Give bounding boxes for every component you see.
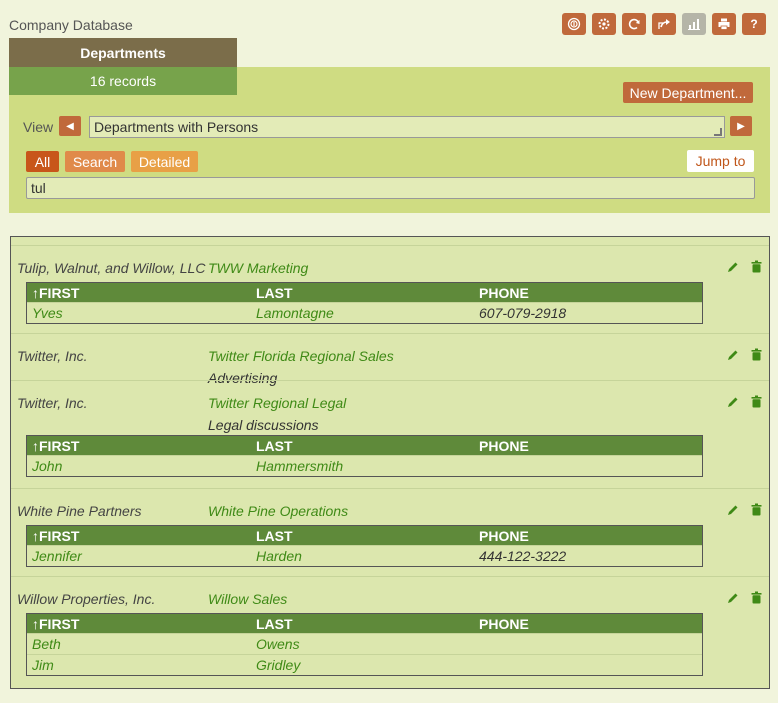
person-phone: 444-122-3222 (479, 548, 567, 564)
fingerprint-icon (567, 17, 581, 31)
person-first[interactable]: Beth (32, 636, 61, 652)
share-icon (658, 19, 670, 29)
column-header-phone[interactable]: PHONE (479, 528, 529, 544)
column-header-first[interactable]: ↑FIRST (32, 285, 79, 301)
app-title: Company Database (9, 17, 133, 33)
column-header-last[interactable]: LAST (256, 285, 293, 301)
settings-button[interactable] (592, 13, 616, 35)
view-select-value: Departments with Persons (94, 119, 259, 135)
bar-chart-icon (688, 19, 700, 30)
company-name: White Pine Partners (17, 503, 142, 519)
column-header-last[interactable]: LAST (256, 438, 293, 454)
tab-departments[interactable]: Departments (9, 38, 237, 67)
persons-table: ↑FIRST LAST PHONE Beth Owens Jim Gridley (26, 613, 703, 676)
trash-icon[interactable] (751, 503, 762, 516)
jump-to-button[interactable]: Jump to (687, 150, 754, 172)
search-input[interactable] (26, 177, 755, 199)
person-first[interactable]: Jim (32, 657, 54, 673)
export-button[interactable] (652, 13, 676, 35)
column-header-phone[interactable]: PHONE (479, 616, 529, 632)
company-name: Twitter, Inc. (17, 348, 88, 364)
question-icon: ? (750, 17, 758, 31)
filter-all-button[interactable]: All (26, 151, 59, 172)
filter-detailed-button[interactable]: Detailed (131, 151, 198, 172)
company-name: Twitter, Inc. (17, 395, 88, 411)
department-link[interactable]: Twitter Regional Legal (208, 395, 346, 411)
arrow-left-icon: ◀ (66, 120, 74, 132)
person-last[interactable]: Harden (256, 548, 302, 564)
trash-icon[interactable] (751, 348, 762, 361)
persons-table: ↑FIRST LAST PHONE Yves Lamontagne 607-079-291… (26, 282, 703, 324)
person-last[interactable]: Gridley (256, 657, 300, 673)
table-row[interactable]: Beth Owens (27, 633, 702, 654)
person-last[interactable]: Hammersmith (256, 458, 343, 474)
refresh-icon (628, 18, 640, 30)
table-row[interactable]: Yves Lamontagne 607-079-2918 (27, 302, 702, 323)
table-row[interactable]: John Hammersmith (27, 455, 702, 476)
department-description: Legal discussions (208, 417, 319, 433)
new-department-button[interactable]: New Department... (623, 82, 753, 103)
edit-icon[interactable] (727, 260, 739, 272)
arrow-right-icon: ▶ (737, 120, 745, 132)
column-header-first[interactable]: ↑FIRST (32, 616, 79, 632)
print-button[interactable] (712, 13, 736, 35)
column-header-last[interactable]: LAST (256, 528, 293, 544)
resize-handle-icon[interactable] (714, 128, 722, 136)
trash-icon[interactable] (751, 591, 762, 604)
persons-table-header: ↑FIRST LAST PHONE (27, 526, 702, 545)
list-item: Tulip, Walnut, and Willow, LLC TWW Market… (11, 245, 769, 333)
refresh-button[interactable] (622, 13, 646, 35)
department-link[interactable]: Twitter Florida Regional Sales (208, 348, 394, 364)
list-item: Willow Properties, Inc. Willow Sales ↑FIRS… (11, 576, 769, 686)
column-header-phone[interactable]: PHONE (479, 285, 529, 301)
view-prev-button[interactable]: ◀ (59, 116, 81, 136)
column-header-phone[interactable]: PHONE (479, 438, 529, 454)
person-first[interactable]: Yves (32, 305, 63, 321)
list-item: Twitter, Inc. Twitter Regional Legal Legal… (11, 380, 769, 488)
department-link[interactable]: Willow Sales (208, 591, 287, 607)
view-next-button[interactable]: ▶ (730, 116, 752, 136)
company-name: Willow Properties, Inc. (17, 591, 156, 607)
person-first[interactable]: Jennifer (32, 548, 82, 564)
department-link[interactable]: White Pine Operations (208, 503, 348, 519)
help-button[interactable]: ? (742, 13, 766, 35)
department-link[interactable]: TWW Marketing (208, 260, 308, 276)
column-header-first[interactable]: ↑FIRST (32, 528, 79, 544)
persons-table: ↑FIRST LAST PHONE Jennifer Harden 444-122-322… (26, 525, 703, 567)
persons-table-header: ↑FIRST LAST PHONE (27, 283, 702, 302)
table-row[interactable]: Jennifer Harden 444-122-3222 (27, 545, 702, 566)
persons-table-header: ↑FIRST LAST PHONE (27, 436, 702, 455)
list-item: Twitter, Inc. Twitter Florida Regional Sa… (11, 333, 769, 386)
table-row[interactable]: Jim Gridley (27, 654, 702, 675)
record-count: 16 records (9, 67, 237, 95)
person-first[interactable]: John (32, 458, 62, 474)
company-name: Tulip, Walnut, and Willow, LLC (17, 260, 206, 276)
printer-icon (718, 18, 730, 30)
edit-icon[interactable] (727, 348, 739, 360)
chart-button[interactable] (682, 13, 706, 35)
trash-icon[interactable] (751, 260, 762, 273)
gear-icon (598, 18, 610, 30)
list-item: White Pine Partners White Pine Operations… (11, 488, 769, 576)
persons-table-header: ↑FIRST LAST PHONE (27, 614, 702, 633)
record-list: Tulip, Walnut, and Willow, LLC TWW Market… (10, 236, 770, 689)
view-label: View (23, 119, 54, 135)
person-last[interactable]: Lamontagne (256, 305, 334, 321)
edit-icon[interactable] (727, 503, 739, 515)
edit-icon[interactable] (727, 395, 739, 407)
column-header-first[interactable]: ↑FIRST (32, 438, 79, 454)
filter-search-button[interactable]: Search (65, 151, 125, 172)
trash-icon[interactable] (751, 395, 762, 408)
person-last[interactable]: Owens (256, 636, 300, 652)
toolbar: ? (562, 13, 772, 35)
persons-table: ↑FIRST LAST PHONE John Hammersmith (26, 435, 703, 477)
fingerprint-button[interactable] (562, 13, 586, 35)
person-phone: 607-079-2918 (479, 305, 567, 321)
view-select[interactable]: Departments with Persons (89, 116, 725, 138)
edit-icon[interactable] (727, 591, 739, 603)
column-header-last[interactable]: LAST (256, 616, 293, 632)
